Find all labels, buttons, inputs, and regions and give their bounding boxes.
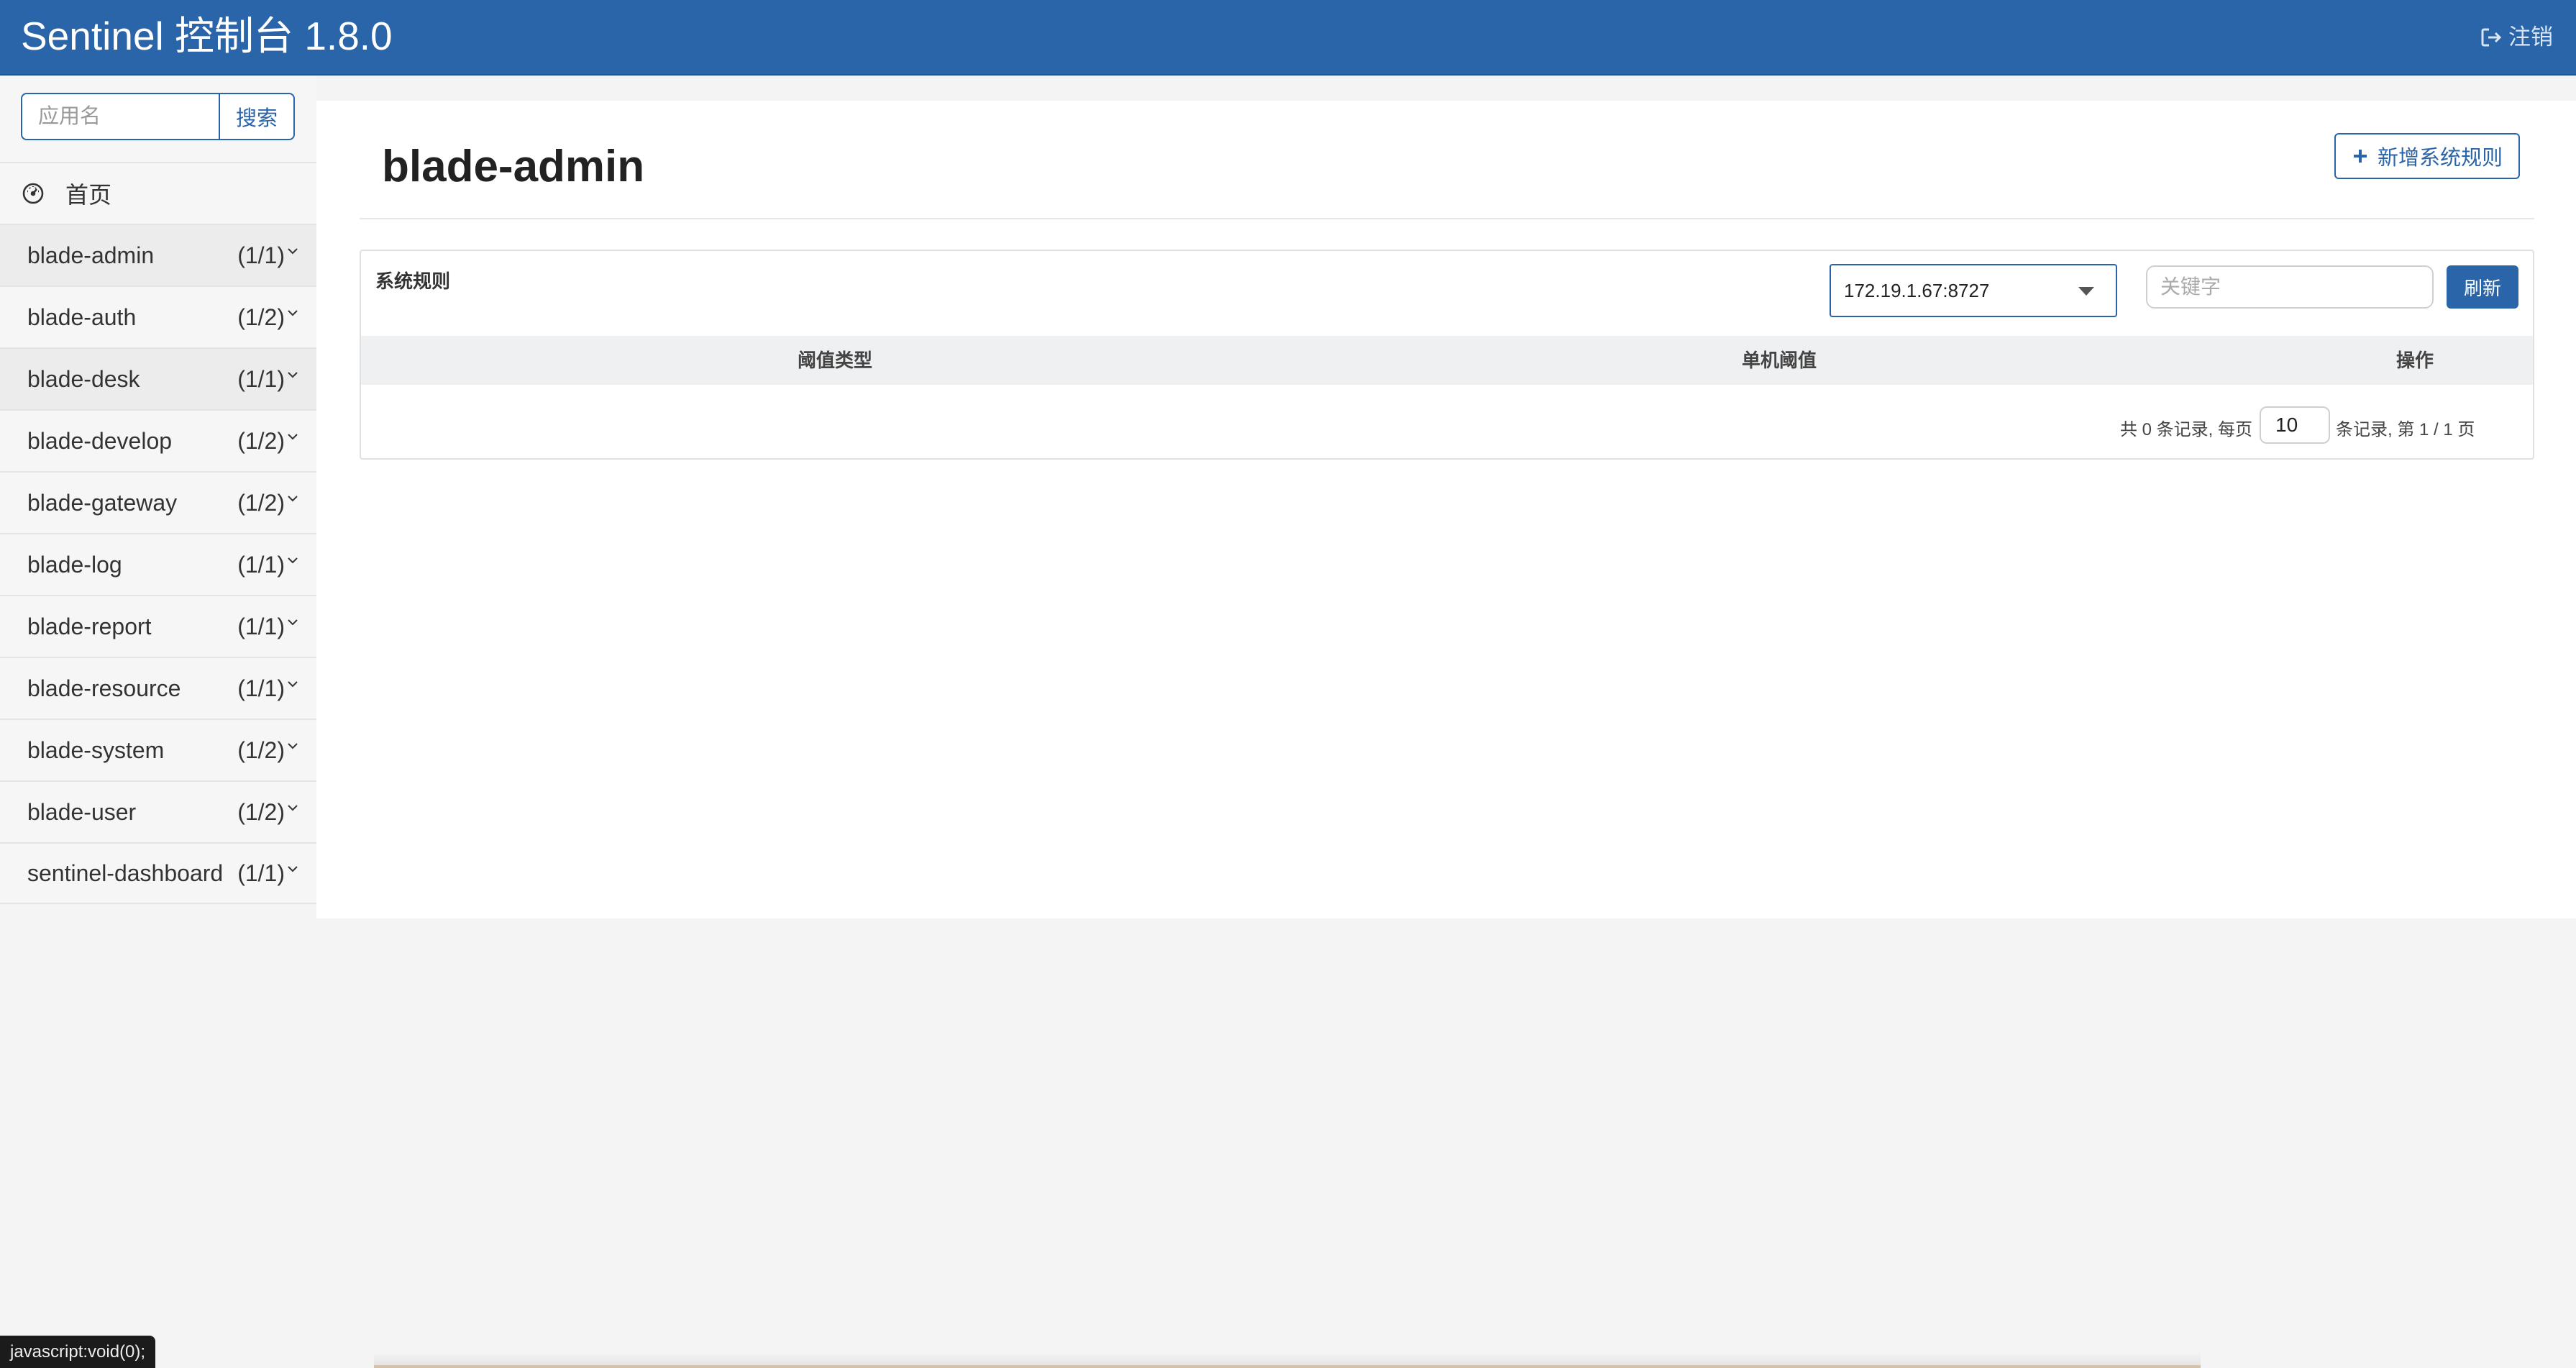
app-machine-count: (1/1): [237, 242, 285, 268]
app-name: blade-user: [27, 798, 137, 825]
app-name: blade-desk: [27, 365, 140, 392]
app-name: blade-report: [27, 613, 152, 639]
sidebar-item-blade-auth[interactable]: blade-auth (1/2): [0, 286, 316, 347]
sidebar: 搜索 首页 blade-admin (1/1) blade-auth (1/2)…: [0, 76, 316, 904]
app-name: blade-log: [27, 551, 122, 578]
machine-select[interactable]: 172.19.1.67:8727: [1830, 264, 2117, 317]
app-machine-count: (1/1): [237, 551, 285, 578]
sidebar-item-home-label: 首页: [65, 182, 112, 208]
app-name: blade-gateway: [27, 489, 178, 516]
link-status-tooltip: javascript:void(0);: [0, 1336, 156, 1368]
app-search: 搜索: [21, 93, 295, 140]
system-rules-panel: 系统规则 172.19.1.67:8727 刷新 阈值类型 单机阈值 操作 共 …: [360, 250, 2534, 460]
app-name: blade-admin: [27, 242, 155, 268]
top-navbar: Sentinel 控制台 1.8.0 注销: [0, 0, 2576, 76]
app-search-input[interactable]: [21, 93, 219, 140]
app-machine-count: (1/1): [237, 613, 285, 639]
sidebar-item-blade-admin[interactable]: blade-admin (1/1): [0, 224, 316, 286]
title-divider: [360, 218, 2534, 219]
app-name: blade-system: [27, 737, 165, 763]
chevron-down-icon: [288, 434, 298, 440]
chevron-down-icon: [288, 805, 298, 811]
page-size-input[interactable]: 10: [2260, 406, 2330, 444]
chevron-down-icon: [288, 681, 298, 688]
app-machine-count: (1/1): [237, 675, 285, 701]
chevron-down-icon: [288, 372, 298, 378]
main-content: blade-admin 新增系统规则 系统规则 172.19.1.67:8727…: [316, 101, 2576, 918]
sidebar-item-blade-user[interactable]: blade-user (1/2): [0, 780, 316, 842]
sidebar-item-blade-resource[interactable]: blade-resource (1/1): [0, 657, 316, 719]
app-machine-count: (1/2): [237, 489, 285, 516]
column-single-threshold[interactable]: 单机阈值: [1742, 336, 1817, 385]
pager-total-text: 共 0 条记录, 每页: [2120, 420, 2253, 439]
bottom-edge: [374, 1365, 2201, 1368]
chevron-down-icon: [288, 743, 298, 749]
sidebar-item-blade-develop[interactable]: blade-develop (1/2): [0, 409, 316, 471]
pager-page-text: 条记录, 第 1 / 1 页: [2336, 420, 2475, 439]
app-name: blade-develop: [27, 427, 173, 454]
dashboard-icon: [22, 183, 44, 204]
chevron-down-icon: [288, 496, 298, 502]
app-machine-count: (1/2): [237, 737, 285, 763]
sidebar-item-blade-system[interactable]: blade-system (1/2): [0, 719, 316, 780]
pagination: 共 0 条记录, 每页 10 条记录, 第 1 / 1 页: [361, 385, 2533, 460]
page-title: blade-admin: [382, 142, 645, 191]
chevron-down-icon: [288, 310, 298, 316]
logout-link[interactable]: 注销: [2480, 22, 2553, 53]
app-machine-count: (1/1): [237, 859, 285, 886]
keyword-search-input[interactable]: [2146, 265, 2434, 309]
app-list: blade-admin (1/1) blade-auth (1/2) blade…: [0, 224, 316, 904]
sidebar-item-sentinel-dashboard[interactable]: sentinel-dashboard (1/1): [0, 842, 316, 904]
app-machine-count: (1/2): [237, 798, 285, 825]
app-name: blade-auth: [27, 304, 137, 330]
app-name: sentinel-dashboard: [27, 859, 224, 886]
sidebar-item-blade-gateway[interactable]: blade-gateway (1/2): [0, 471, 316, 533]
chevron-down-icon: [288, 619, 298, 626]
app-name: blade-resource: [27, 675, 181, 701]
app-machine-count: (1/1): [237, 365, 285, 392]
sidebar-item-home[interactable]: 首页: [0, 162, 316, 224]
sidebar-item-blade-report[interactable]: blade-report (1/1): [0, 595, 316, 657]
chevron-down-icon: [288, 866, 298, 872]
sidebar-item-blade-desk[interactable]: blade-desk (1/1): [0, 347, 316, 409]
app-machine-count: (1/2): [237, 304, 285, 330]
chevron-down-icon: [288, 557, 298, 564]
column-threshold-type[interactable]: 阈值类型: [798, 336, 872, 385]
add-system-rule-button[interactable]: 新增系统规则: [2334, 133, 2520, 179]
refresh-button[interactable]: 刷新: [2447, 265, 2518, 309]
panel-title: 系统规则: [375, 270, 451, 292]
plus-icon: [2353, 150, 2367, 163]
column-actions: 操作: [2396, 350, 2434, 371]
logout-label: 注销: [2508, 24, 2553, 50]
app-search-button[interactable]: 搜索: [219, 93, 295, 140]
sign-out-icon: [2481, 28, 2502, 47]
caret-down-icon: [2078, 287, 2094, 296]
add-system-rule-label: 新增系统规则: [2377, 147, 2503, 170]
sidebar-item-blade-log[interactable]: blade-log (1/1): [0, 533, 316, 595]
chevron-down-icon: [288, 248, 298, 255]
app-machine-count: (1/2): [237, 427, 285, 454]
machine-select-value: 172.19.1.67:8727: [1844, 279, 1990, 301]
app-brand[interactable]: Sentinel 控制台 1.8.0: [21, 10, 393, 62]
table-header: 阈值类型 单机阈值 操作: [361, 336, 2533, 385]
